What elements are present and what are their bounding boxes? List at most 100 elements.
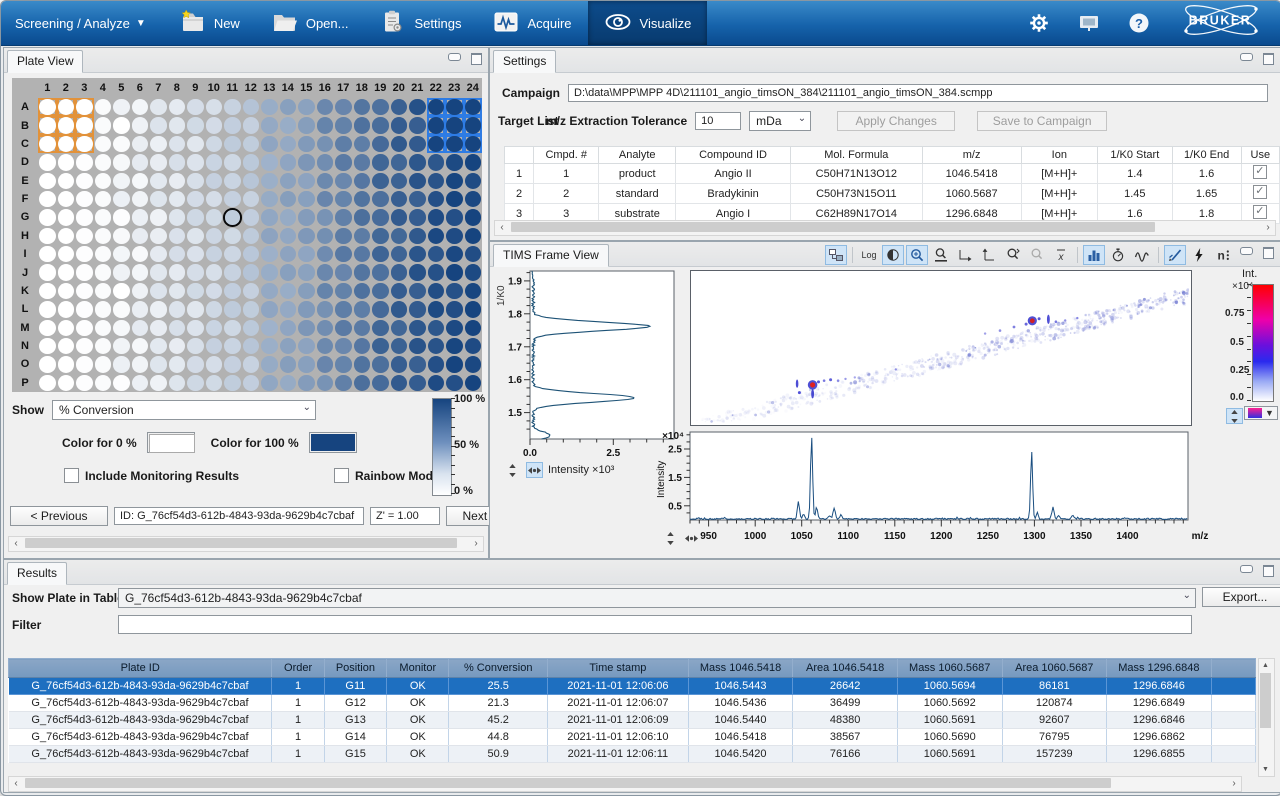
well-F24[interactable]	[464, 190, 483, 208]
link-frames-icon[interactable]	[825, 245, 847, 265]
well-A3[interactable]	[75, 98, 94, 116]
results-col-area-1046-5418[interactable]: Area 1046.5418	[793, 659, 898, 678]
well-K14[interactable]	[279, 282, 298, 300]
apply-changes-button[interactable]: Apply Changes	[837, 111, 955, 131]
well-E6[interactable]	[131, 172, 150, 190]
well-M22[interactable]	[427, 319, 446, 337]
well-A19[interactable]	[371, 98, 390, 116]
well-G6[interactable]	[131, 208, 150, 226]
results-col-mass-1296-6848[interactable]: Mass 1296.6848	[1107, 659, 1212, 678]
zoom-region-icon[interactable]	[1002, 245, 1024, 265]
well-C7[interactable]	[149, 135, 168, 153]
well-J13[interactable]	[260, 263, 279, 281]
target-col-Use[interactable]: Use	[1241, 147, 1279, 164]
mass-spectrum-plot[interactable]: 0.51.52.5×10⁴Intensity950100010501100115…	[656, 428, 1216, 554]
well-P21[interactable]	[408, 374, 427, 392]
well-F19[interactable]	[371, 190, 390, 208]
well-M17[interactable]	[334, 319, 353, 337]
maximize-icon[interactable]	[471, 53, 482, 65]
results-col--conversion[interactable]: % Conversion	[449, 659, 548, 678]
well-E24[interactable]	[464, 172, 483, 190]
well-N2[interactable]	[57, 337, 76, 355]
well-O7[interactable]	[149, 355, 168, 373]
well-I23[interactable]	[445, 245, 464, 263]
well-J10[interactable]	[205, 263, 224, 281]
well-E13[interactable]	[260, 172, 279, 190]
well-B11[interactable]	[223, 116, 242, 134]
well-M8[interactable]	[168, 319, 187, 337]
waveform-icon[interactable]	[1131, 245, 1153, 265]
target-col-Ion[interactable]: Ion	[1021, 147, 1098, 164]
well-O4[interactable]	[94, 355, 113, 373]
well-K21[interactable]	[408, 282, 427, 300]
previous-button[interactable]: < Previous	[10, 506, 108, 526]
well-I14[interactable]	[279, 245, 298, 263]
well-G18[interactable]	[353, 208, 372, 226]
well-H15[interactable]	[297, 227, 316, 245]
mean-icon[interactable]: x	[1050, 245, 1072, 265]
settings-button[interactable]: Settings	[364, 1, 477, 45]
well-A2[interactable]	[57, 98, 76, 116]
well-F6[interactable]	[131, 190, 150, 208]
well-G16[interactable]	[316, 208, 335, 226]
well-G10[interactable]	[205, 208, 224, 226]
well-H19[interactable]	[371, 227, 390, 245]
well-B9[interactable]	[186, 116, 205, 134]
well-K11[interactable]	[223, 282, 242, 300]
well-D5[interactable]	[112, 153, 131, 171]
tab-settings[interactable]: Settings	[493, 50, 556, 73]
well-J20[interactable]	[390, 263, 409, 281]
well-L17[interactable]	[334, 300, 353, 318]
colormap-select[interactable]: ▼	[1244, 406, 1278, 420]
well-B21[interactable]	[408, 116, 427, 134]
well-D3[interactable]	[75, 153, 94, 171]
well-F8[interactable]	[168, 190, 187, 208]
well-O15[interactable]	[297, 355, 316, 373]
well-B5[interactable]	[112, 116, 131, 134]
well-E4[interactable]	[94, 172, 113, 190]
well-A16[interactable]	[316, 98, 335, 116]
well-A12[interactable]	[242, 98, 261, 116]
well-A22[interactable]	[427, 98, 446, 116]
well-K9[interactable]	[186, 282, 205, 300]
autoscale-y-icon[interactable]	[504, 462, 521, 478]
well-G22[interactable]	[427, 208, 446, 226]
well-D6[interactable]	[131, 153, 150, 171]
well-N13[interactable]	[260, 337, 279, 355]
tab-plate-view[interactable]: Plate View	[7, 50, 83, 73]
well-O13[interactable]	[260, 355, 279, 373]
well-K13[interactable]	[260, 282, 279, 300]
results-row-g14[interactable]: G_76cf54d3-612b-4843-93da-9629b4c7cbaf1G…	[9, 729, 1256, 746]
well-K20[interactable]	[390, 282, 409, 300]
well-A4[interactable]	[94, 98, 113, 116]
well-K15[interactable]	[297, 282, 316, 300]
well-K17[interactable]	[334, 282, 353, 300]
well-G19[interactable]	[371, 208, 390, 226]
well-M10[interactable]	[205, 319, 224, 337]
well-P1[interactable]	[38, 374, 57, 392]
well-F18[interactable]	[353, 190, 372, 208]
well-O10[interactable]	[205, 355, 224, 373]
well-C1[interactable]	[38, 135, 57, 153]
well-J7[interactable]	[149, 263, 168, 281]
well-O1[interactable]	[38, 355, 57, 373]
well-F17[interactable]	[334, 190, 353, 208]
well-I6[interactable]	[131, 245, 150, 263]
well-K18[interactable]	[353, 282, 372, 300]
well-N6[interactable]	[131, 337, 150, 355]
well-N8[interactable]	[168, 337, 187, 355]
minimize-icon[interactable]	[1240, 565, 1253, 573]
well-O17[interactable]	[334, 355, 353, 373]
well-P14[interactable]	[279, 374, 298, 392]
zoom-prev-icon[interactable]	[1026, 245, 1048, 265]
show-plate-select[interactable]: G_76cf54d3-612b-4843-93da-9629b4c7cbaf ⌄	[118, 588, 1196, 608]
target-col-Analyte[interactable]: Analyte	[599, 147, 676, 164]
scroll-right-icon[interactable]: ›	[1261, 221, 1275, 233]
well-C14[interactable]	[279, 135, 298, 153]
well-O12[interactable]	[242, 355, 261, 373]
results-col-position[interactable]: Position	[324, 659, 386, 678]
new-button[interactable]: New	[164, 1, 256, 45]
stopwatch-icon[interactable]	[1107, 245, 1129, 265]
well-G9[interactable]	[186, 208, 205, 226]
n-points-icon[interactable]: n	[1212, 245, 1234, 265]
